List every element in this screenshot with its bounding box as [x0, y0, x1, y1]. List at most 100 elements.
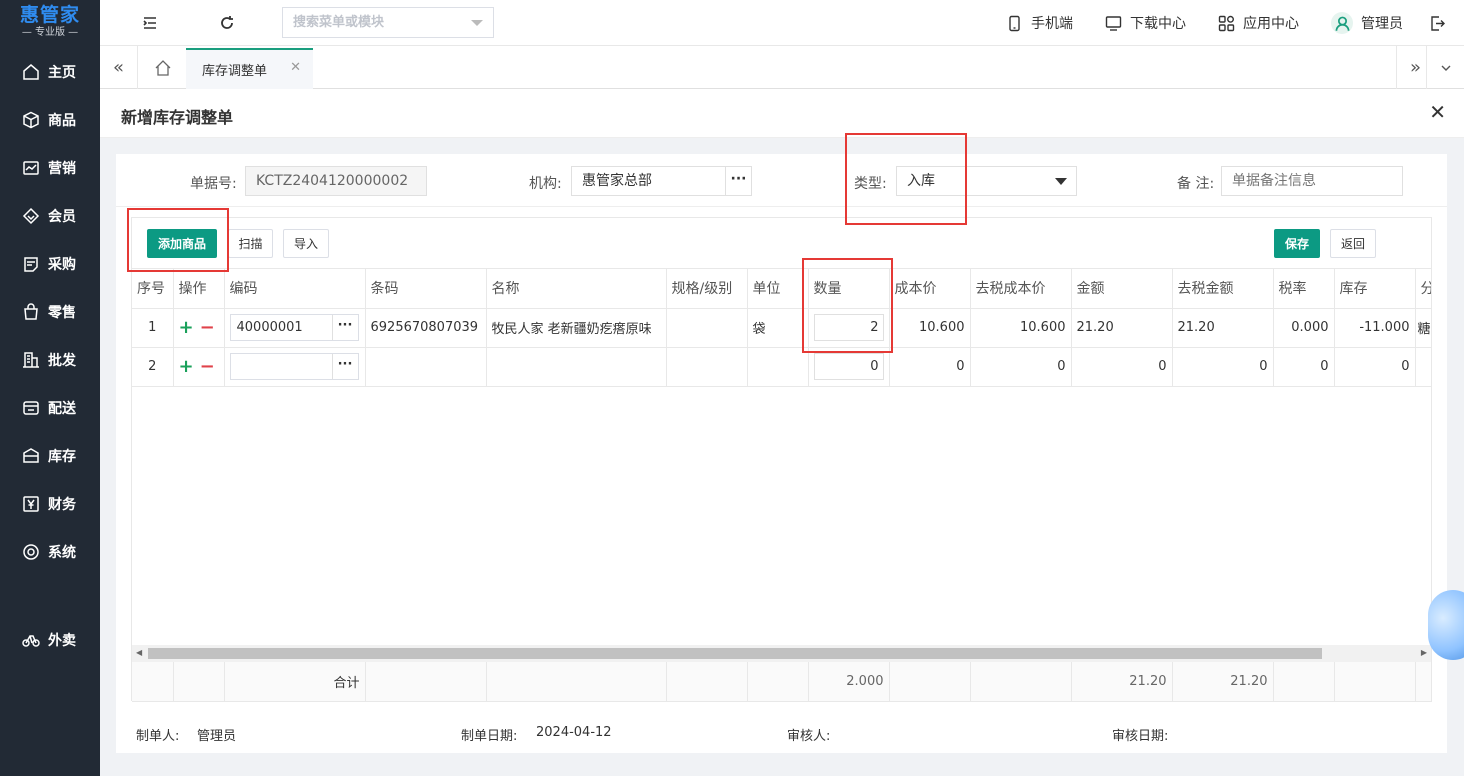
sidebar-item-label: 商品 [48, 113, 76, 129]
app-center-link[interactable]: 应用中心 [1218, 13, 1299, 33]
qty-input[interactable]: 0 [813, 353, 884, 380]
close-page-button[interactable]: ✕ [1429, 102, 1446, 122]
settings-icon [22, 543, 40, 561]
org-field[interactable]: 惠管家总部 ··· [571, 166, 752, 196]
trend-chart-icon [22, 159, 40, 177]
col-cost-ex: 去税成本价 [970, 269, 1072, 309]
menu-collapse-icon[interactable] [140, 13, 160, 33]
tab-label: 库存调整单 [202, 64, 268, 79]
search-input[interactable] [283, 8, 463, 37]
sidebar-item-purchase[interactable]: 采购 [0, 240, 100, 288]
table-header-row: 序号 操作 编码 条码 名称 规格/级别 单位 数量 成本价 去税成本价 金额 … [132, 269, 1432, 309]
total-qty: 2.000 [808, 662, 890, 702]
refresh-icon[interactable] [217, 13, 237, 33]
detail-table: 序号 操作 编码 条码 名称 规格/级别 单位 数量 成本价 去税成本价 金额 … [132, 269, 1432, 387]
row-spec [666, 308, 748, 348]
maker-label: 制单人: [136, 729, 180, 744]
horizontal-scrollbar[interactable]: ◀ ▶ [132, 645, 1431, 662]
shopping-bag-icon [22, 303, 40, 321]
sidebar-item-goods[interactable]: 商品 [0, 96, 100, 144]
audit-date-label: 审核日期: [1112, 729, 1169, 744]
tab-inventory-adjust[interactable]: 库存调整单 ✕ [186, 48, 313, 89]
sidebar-item-label: 配送 [48, 401, 76, 417]
row-cost: 10.600 [889, 308, 971, 348]
col-cost: 成本价 [889, 269, 971, 309]
sidebar-item-wholesale[interactable]: 批发 [0, 336, 100, 384]
sidebar-item-inventory[interactable]: 库存 [0, 432, 100, 480]
row-cost-ex: 0 [970, 347, 1072, 387]
user-icon [1335, 16, 1349, 31]
add-row-icon[interactable]: + [179, 356, 194, 377]
logout-icon [1431, 15, 1445, 31]
type-value: 入库 [907, 173, 935, 189]
more-dots-icon[interactable]: ··· [331, 354, 358, 379]
menu-search[interactable] [282, 7, 494, 38]
sidebar-item-delivery[interactable]: 配送 [0, 384, 100, 432]
code-value: 40000001 [236, 320, 303, 335]
more-dots-icon[interactable]: ··· [331, 315, 358, 340]
sidebar-item-label: 采购 [48, 257, 76, 273]
scroll-right-arrow-icon[interactable]: ▶ [1421, 648, 1427, 657]
row-cost-ex: 10.600 [970, 308, 1072, 348]
sidebar: 惠管家 — 专业版 — 主页 商品 营销 会员 采购 零售 批发 配送 库存 财… [0, 0, 100, 776]
caret-down-icon [1055, 178, 1067, 185]
download-center-link[interactable]: 下载中心 [1105, 13, 1186, 33]
user-menu[interactable]: 管理员 [1331, 12, 1403, 34]
code-input[interactable]: ··· [229, 353, 359, 380]
sidebar-item-label: 财务 [48, 497, 76, 513]
sidebar-item-label: 批发 [48, 353, 76, 369]
mobile-link[interactable]: 手机端 [1006, 13, 1073, 33]
assistant-float-button[interactable] [1428, 590, 1464, 660]
total-amount-ex: 21.20 [1172, 662, 1274, 702]
col-amount-ex: 去税金额 [1172, 269, 1274, 309]
add-row-icon[interactable]: + [179, 317, 194, 338]
scrollbar-thumb[interactable] [148, 648, 1322, 659]
sidebar-item-label: 会员 [48, 209, 76, 225]
topbar: 手机端 下载中心 应用中心 管理员 [100, 0, 1464, 46]
tab-scroll-left-button[interactable]: « [100, 46, 138, 89]
row-ops: + − [173, 308, 225, 348]
sidebar-item-member[interactable]: 会员 [0, 192, 100, 240]
code-input[interactable]: 40000001 ··· [229, 314, 359, 341]
phone-icon [1009, 15, 1020, 31]
remove-row-icon[interactable]: − [200, 317, 215, 338]
scan-button[interactable]: 扫描 [228, 229, 273, 258]
sidebar-item-retail[interactable]: 零售 [0, 288, 100, 336]
qty-input[interactable]: 2 [813, 314, 884, 341]
row-qty-cell: 0 [808, 347, 890, 387]
scroll-left-arrow-icon[interactable]: ◀ [136, 648, 142, 657]
double-chevron-left-icon: « [112, 57, 124, 78]
type-select[interactable]: 入库 [896, 166, 1077, 196]
sidebar-item-marketing[interactable]: 营销 [0, 144, 100, 192]
tab-dropdown-button[interactable] [1426, 46, 1464, 89]
logo[interactable]: 惠管家 — 专业版 — [0, 0, 100, 46]
remark-input[interactable] [1221, 166, 1403, 196]
doc-no-field: KCTZ2404120000002 [245, 166, 427, 196]
remove-row-icon[interactable]: − [200, 356, 215, 377]
row-amount-ex: 0 [1172, 347, 1274, 387]
close-icon[interactable]: ✕ [290, 60, 301, 75]
more-dots-icon[interactable]: ··· [725, 167, 751, 195]
col-barcode: 条码 [365, 269, 487, 309]
org-label: 机构: [529, 176, 562, 192]
tab-home-button[interactable] [144, 46, 182, 89]
sidebar-item-label: 零售 [48, 305, 76, 321]
sidebar-item-home[interactable]: 主页 [0, 48, 100, 96]
col-unit: 单位 [747, 269, 809, 309]
org-value: 惠管家总部 [582, 173, 652, 189]
back-button[interactable]: 返回 [1330, 229, 1376, 258]
sidebar-item-system[interactable]: 系统 [0, 528, 100, 576]
tab-bar: « 库存调整单 ✕ » [100, 46, 1464, 89]
import-button[interactable]: 导入 [283, 229, 329, 258]
home-icon [155, 59, 171, 76]
chevron-down-icon [1441, 65, 1450, 71]
row-name [486, 347, 667, 387]
chevron-down-icon[interactable] [471, 20, 483, 26]
row-unit: 袋 [747, 308, 809, 348]
sidebar-item-takeout[interactable]: 外卖 [0, 616, 100, 664]
add-product-button[interactable]: 添加商品 [147, 229, 217, 258]
sidebar-item-finance[interactable]: 财务 [0, 480, 100, 528]
row-barcode: 6925670807039 [365, 308, 487, 348]
save-button[interactable]: 保存 [1274, 229, 1320, 258]
logout-button[interactable] [1429, 15, 1454, 32]
